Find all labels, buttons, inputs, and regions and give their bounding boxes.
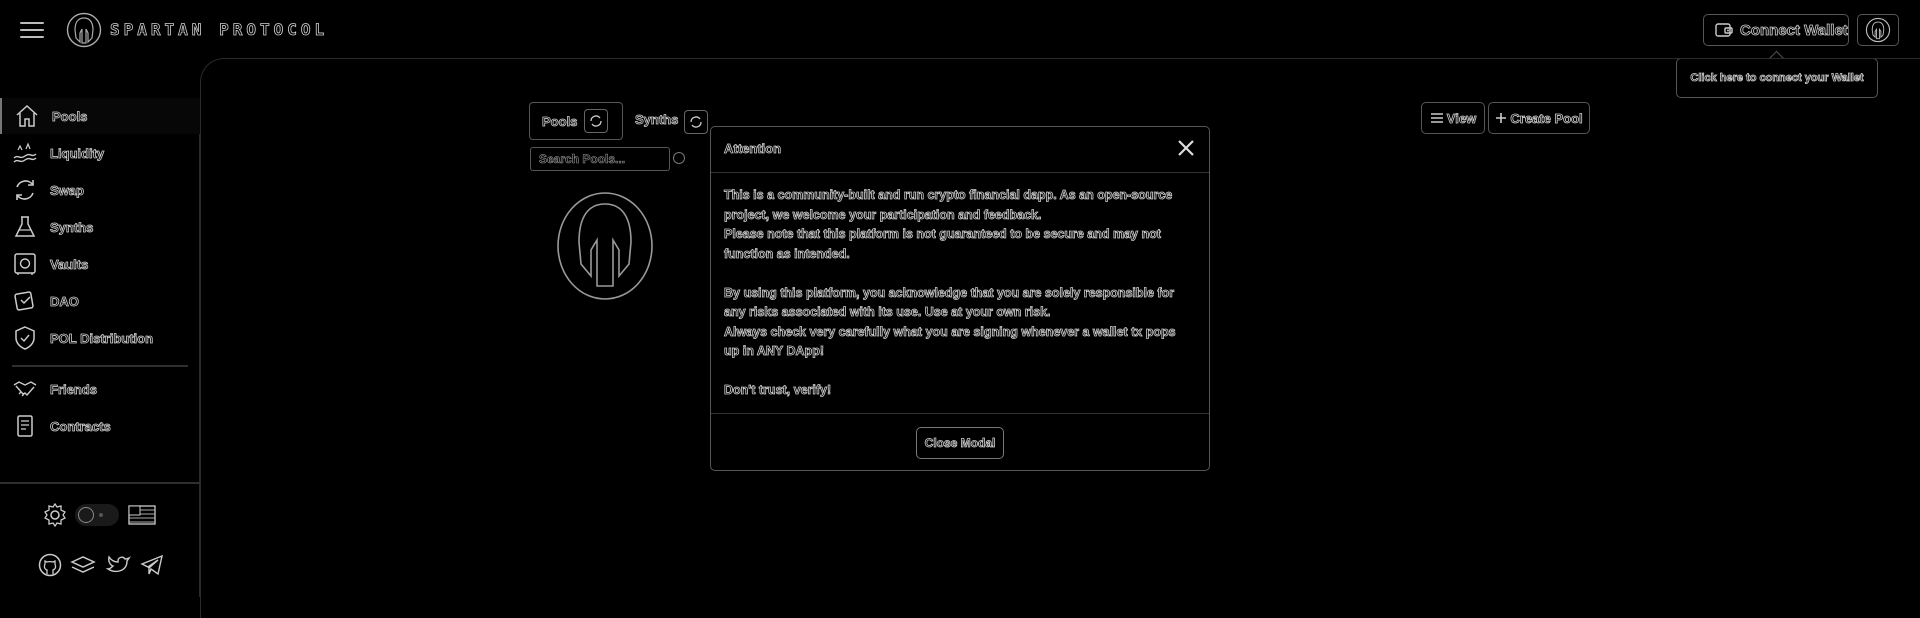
account-avatar-button[interactable] [1857, 14, 1899, 46]
theme-toggle-icon[interactable] [75, 504, 119, 526]
plus-icon [1496, 113, 1507, 123]
sidebar-item-label: Liquidity [50, 145, 105, 161]
close-modal-button[interactable]: Close Modal [916, 427, 1004, 459]
sidebar-item-vaults[interactable]: Vaults [0, 246, 200, 282]
shield-icon [15, 326, 35, 350]
modal-paragraph: By using this platform, you acknowledge … [724, 285, 1175, 319]
sidebar: Pools Liquidity Swap Synths Vaults DAO P… [0, 98, 200, 597]
sidebar-item-label: Vaults [50, 256, 89, 272]
us-flag-icon[interactable] [128, 502, 156, 528]
modal-title: Attention [724, 141, 782, 157]
connect-wallet-button[interactable]: Connect Wallet [1703, 14, 1849, 46]
sidebar-item-pol-distribution[interactable]: POL Distribution [0, 320, 200, 356]
modal-paragraph: Don't trust, verify! [724, 383, 832, 398]
modal-body: This is a community-built and run crypto… [724, 186, 1194, 401]
github-icon[interactable] [37, 552, 63, 578]
sidebar-item-swap[interactable]: Swap [0, 172, 200, 208]
sidebar-item-label: Swap [50, 182, 85, 198]
modal-paragraph: Please note that this platform is not gu… [724, 227, 1162, 261]
create-pool-label: Create Pool [1510, 110, 1583, 126]
sidebar-item-synths[interactable]: Synths [0, 209, 200, 245]
vault-icon [14, 253, 36, 275]
sidebar-item-pools[interactable]: Pools [0, 98, 200, 134]
sidebar-item-label: Pools [52, 108, 88, 124]
create-pool-button[interactable]: Create Pool [1488, 102, 1590, 134]
home-icon [16, 104, 38, 127]
tab-synths[interactable]: Synths [635, 112, 679, 128]
document-icon [17, 415, 33, 437]
twitter-icon[interactable] [106, 552, 132, 578]
view-label: View [1446, 110, 1477, 126]
refresh-synths-button[interactable] [684, 110, 708, 134]
brand-name: SPARTAN PROTOCOL [110, 20, 329, 40]
list-icon [1430, 113, 1443, 123]
refresh-icon [690, 116, 702, 128]
refresh-pools-button[interactable] [584, 109, 608, 133]
sidebar-footer-divider [0, 482, 200, 484]
close-icon[interactable] [1173, 135, 1199, 161]
search-pools-input[interactable] [530, 147, 670, 171]
menu-icon[interactable] [20, 22, 44, 38]
handshake-icon [13, 381, 37, 397]
top-bar: SPARTAN PROTOCOL Connect Wallet Click he… [0, 0, 1920, 98]
refresh-icon [590, 115, 602, 127]
attention-modal: Attention This is a community-built and … [710, 126, 1210, 471]
wallet-icon [1715, 23, 1733, 37]
gear-icon[interactable] [42, 502, 68, 528]
tab-pools[interactable]: Pools [529, 102, 623, 140]
spartan-helmet-logo [66, 12, 102, 48]
docs-icon[interactable] [70, 552, 96, 578]
sidebar-divider [12, 365, 188, 367]
connect-wallet-label: Connect Wallet [1740, 21, 1849, 39]
telegram-icon[interactable] [139, 552, 165, 578]
sidebar-item-label: Synths [50, 219, 94, 235]
modal-footer: Close Modal [711, 413, 1209, 471]
swap-icon [16, 180, 34, 200]
sidebar-item-label: Contracts [50, 418, 111, 434]
sidebar-item-label: DAO [50, 293, 80, 309]
liquidity-icon [13, 142, 37, 163]
sidebar-item-label: POL Distribution [50, 330, 154, 346]
flask-icon [14, 216, 36, 237]
sidebar-item-contracts[interactable]: Contracts [0, 408, 200, 444]
sidebar-item-label: Friends [50, 381, 98, 397]
sidebar-item-dao[interactable]: DAO [0, 283, 200, 319]
tab-pools-label: Pools [542, 113, 578, 129]
sidebar-item-friends[interactable]: Friends [0, 371, 200, 407]
modal-header: Attention [711, 127, 1209, 173]
spartan-helmet-icon [1865, 17, 1891, 43]
dao-icon [14, 291, 34, 311]
search-status-icon [673, 152, 685, 164]
modal-paragraph: This is a community-built and run crypto… [724, 188, 1173, 222]
modal-paragraph: Always check very carefully what you are… [724, 324, 1176, 358]
view-button[interactable]: View [1421, 102, 1485, 134]
sidebar-item-liquidity[interactable]: Liquidity [0, 135, 200, 171]
spartan-helmet-icon [557, 192, 653, 300]
